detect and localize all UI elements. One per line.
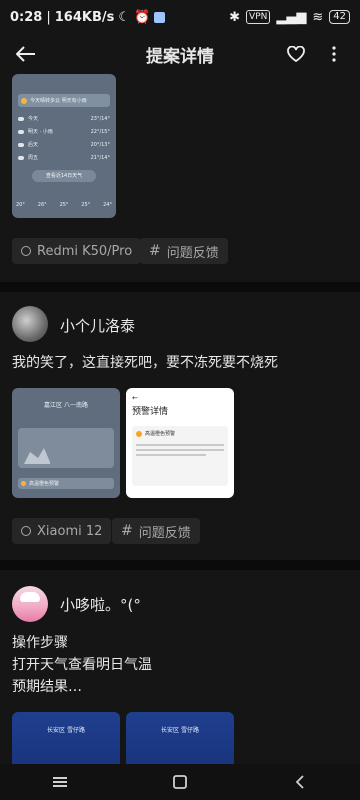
alert-dot-icon: [21, 481, 26, 486]
app-notification-icon: [154, 11, 166, 23]
weather-day-label: 今天: [28, 116, 39, 122]
screen-alert-bar: 高温橙色预警: [18, 478, 114, 489]
screen-alert-card: 高温橙色预警: [132, 426, 228, 486]
vpn-badge: VPN: [246, 10, 271, 24]
device-tag-label: Xiaomi 12: [37, 523, 103, 539]
post3-line: 打开天气查看明日气温: [12, 657, 152, 673]
post1-device-tag[interactable]: Redmi K50/Pro: [12, 238, 142, 264]
post3-screenshot-right[interactable]: 长安区 雪仔路: [126, 712, 234, 764]
avatar[interactable]: [12, 586, 48, 622]
temperature-chart-icon: [24, 448, 50, 464]
forecast-temp: 25°: [81, 202, 91, 208]
post3-line: 操作步骤: [12, 635, 68, 651]
weather-day-temp: 22°/15°: [90, 128, 110, 135]
signal-icon: ▂▄▆: [276, 9, 307, 25]
home-square-icon: [173, 775, 187, 789]
post1-screenshot-weather[interactable]: 今天晴转多云 明天有小雨 今天 23°/14° 明天 · 小雨 22°/15° …: [12, 74, 116, 218]
system-navigation-bar: [0, 764, 360, 800]
post-divider: [0, 282, 360, 292]
category-tag-label: 问题反馈: [138, 525, 191, 541]
alarm-icon: ⏰: [134, 9, 151, 25]
home-button[interactable]: [165, 770, 195, 794]
battery-indicator: 42: [329, 10, 350, 24]
post3-line: 预期结果…: [12, 679, 82, 695]
device-tag-icon: [21, 246, 31, 256]
weather-cloud-icon: [18, 142, 24, 147]
status-time: 0:28: [10, 9, 43, 25]
screen-location-title: 嘉江区 八一南路: [44, 402, 88, 409]
status-bar: 0:28 | 164KB/s ☾ ⏰ ✱ VPN ▂▄▆ ≋ 42: [0, 0, 360, 34]
more-button[interactable]: [320, 40, 348, 68]
screen-alert-text: 高温橙色预警: [29, 481, 60, 487]
weather-row: 明天 · 小雨 22°/15°: [18, 125, 110, 138]
avatar[interactable]: [12, 306, 48, 342]
screen-location-title: 长安区 雪仔路: [161, 727, 199, 734]
app-bar: 提案详情: [0, 34, 360, 74]
screen-chart-card: [18, 428, 114, 468]
more-vertical-icon: [332, 46, 336, 62]
weather-cloud-icon: [18, 155, 24, 160]
screen-alert-body-lines: [132, 444, 228, 456]
post1-category-tag[interactable]: # 问题反馈: [140, 238, 228, 264]
weather-day-label: 后天: [28, 142, 39, 148]
post2-text: 我的笑了，这直接死吧，要不冻死要不烧死: [12, 355, 278, 371]
weather-summary: 今天晴转多云 明天有小雨: [30, 98, 87, 104]
proposal-feed[interactable]: 今天晴转多云 明天有小雨 今天 23°/14° 明天 · 小雨 22°/15° …: [0, 74, 360, 764]
alert-dot-icon: [136, 430, 142, 437]
device-tag-label: Redmi K50/Pro: [37, 243, 133, 259]
weather-day-temp: 20°/13°: [90, 141, 110, 148]
hash-icon: #: [121, 523, 133, 539]
hash-icon: #: [149, 243, 161, 259]
sun-icon: [21, 97, 27, 104]
weather-row: 后天 20°/13°: [18, 138, 110, 151]
recents-button[interactable]: [45, 770, 75, 794]
screen-alert-title: 预警详情: [132, 407, 169, 417]
back-nav-button[interactable]: [285, 770, 315, 794]
device-tag-icon: [21, 526, 31, 536]
weather-cloud-icon: [18, 116, 24, 121]
chevron-left-icon: [295, 775, 304, 789]
forecast-temp: 24°: [103, 202, 112, 208]
heart-icon: [287, 46, 305, 62]
wifi-icon: ≋: [312, 9, 324, 25]
back-button[interactable]: [12, 40, 40, 68]
post2-screenshot-weather[interactable]: 嘉江区 八一南路 高温橙色预警: [12, 388, 120, 498]
post-divider: [0, 560, 360, 570]
status-speed: 164KB/s: [54, 9, 115, 25]
forecast-temp: 25°: [59, 202, 69, 208]
forecast-temp: 26°: [37, 202, 47, 208]
post3-screenshot-left[interactable]: 长安区 雪仔路: [12, 712, 120, 764]
post2-screenshot-alert[interactable]: ← 预警详情 高温橙色预警: [126, 388, 234, 498]
moon-icon: ☾: [118, 9, 130, 25]
post2-category-tag[interactable]: # 问题反馈: [112, 518, 200, 544]
favorite-button[interactable]: [282, 40, 310, 68]
post3-username[interactable]: 小哆啦。°(°: [60, 594, 141, 615]
post2-username[interactable]: 小个儿洛泰: [60, 315, 135, 336]
weather-day-temp: 21°/14°: [90, 154, 110, 161]
category-tag-label: 问题反馈: [166, 245, 219, 261]
weather-forecast-strip: 20° 26° 25° 25° 24°: [16, 202, 112, 208]
weather-rain-icon: [18, 129, 24, 134]
back-arrow-icon: [16, 46, 35, 62]
menu-lines-icon: [53, 777, 67, 787]
weather-day-label: 周五: [28, 155, 39, 161]
screen-location-title: 长安区 雪仔路: [47, 727, 85, 734]
screen-alert-name: 高温橙色预警: [145, 431, 176, 437]
weather-day-label: 明天 · 小雨: [28, 129, 53, 135]
status-divider: |: [46, 9, 51, 25]
weather-row: 今天 23°/14°: [18, 112, 110, 125]
weather-day-temp: 23°/14°: [90, 115, 110, 122]
screen-back-arrow-icon: ←: [132, 394, 138, 402]
post2-device-tag[interactable]: Xiaomi 12: [12, 518, 112, 544]
forecast-temp: 20°: [16, 202, 25, 208]
weather-row: 周五 21°/14°: [18, 151, 110, 164]
weather-list: 今天 23°/14° 明天 · 小雨 22°/15° 后天 20°/13° 周五…: [18, 112, 110, 164]
weather-14day-button: 查看近14日天气: [32, 170, 96, 182]
bluetooth-icon: ✱: [229, 9, 241, 25]
